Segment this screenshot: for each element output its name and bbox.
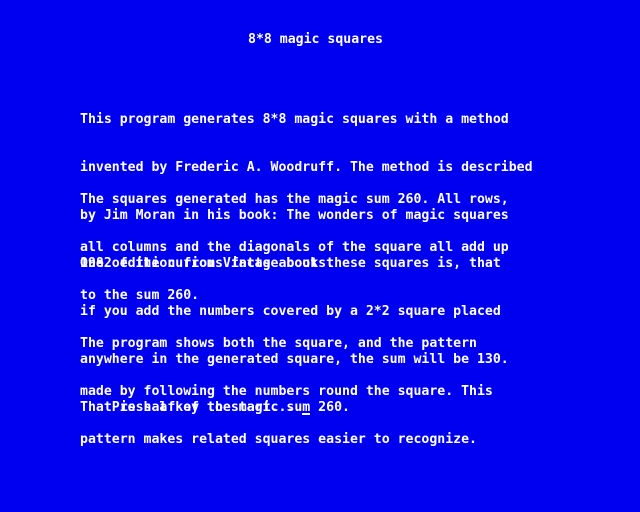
terminal-screen[interactable]: 8*8 magic squares This program generates… xyxy=(0,0,640,512)
start-prompt[interactable]: Press a key to start... xyxy=(80,384,311,432)
text-line: The program shows both the square, and t… xyxy=(80,336,477,351)
text-line: pattern makes related squares easier to … xyxy=(80,432,477,447)
text-line: This program generates 8*8 magic squares… xyxy=(80,112,509,127)
underscore-cursor-icon xyxy=(302,413,311,415)
page-title: 8*8 magic squares xyxy=(248,32,383,47)
text-line: The squares generated has the magic sum … xyxy=(80,192,509,207)
prompt-text: Press a key to start... xyxy=(111,400,303,415)
text-line: One of the curious facts about these squ… xyxy=(80,256,501,271)
